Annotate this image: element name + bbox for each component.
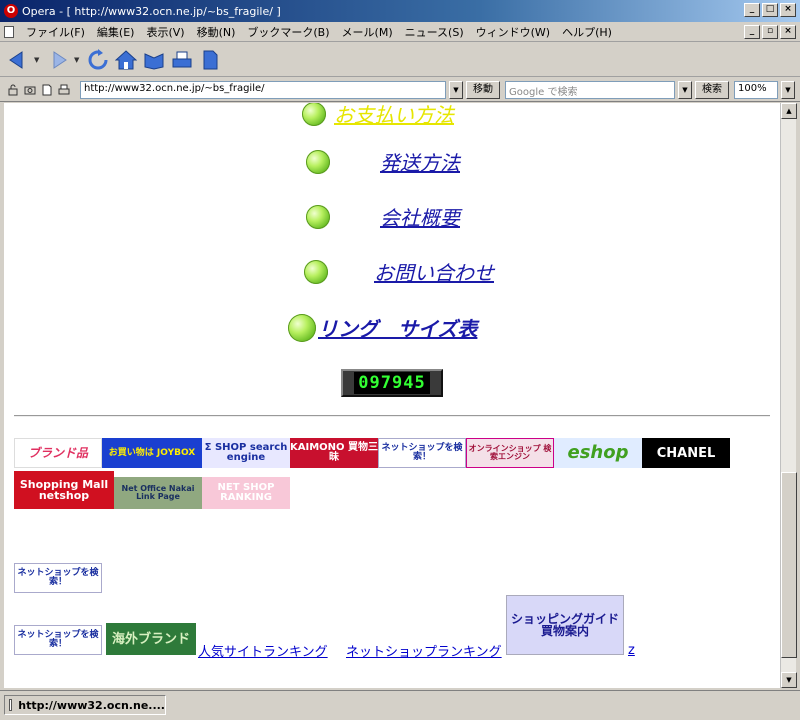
forward-icon: [53, 50, 67, 69]
menu-mail[interactable]: メール(M): [336, 24, 399, 40]
page-button[interactable]: [198, 48, 222, 72]
nav-row-company: 会社概要: [306, 202, 460, 231]
window-title: Opera - [ http://www32.ocn.ne.jp/~bs_fra…: [22, 4, 281, 18]
back-dropdown-icon[interactable]: ▼: [34, 56, 42, 64]
menu-file[interactable]: ファイル(F): [20, 24, 91, 40]
banner-brand[interactable]: ブランド品: [14, 438, 102, 468]
scroll-down-icon[interactable]: ▼: [781, 672, 797, 688]
navigation-toolbar: ▼ ▼: [0, 43, 800, 77]
forward-button[interactable]: [46, 48, 70, 72]
vertical-scrollbar[interactable]: ▲ ▼: [780, 103, 797, 688]
link-netshop-ranking[interactable]: ネットショップランキング: [346, 641, 502, 660]
banner-shopping-guide[interactable]: ショッピングガイド 買物案内: [506, 595, 624, 655]
reload-icon: [88, 48, 108, 69]
go-button[interactable]: 移動: [466, 80, 500, 99]
link-z[interactable]: z: [628, 643, 635, 658]
home-button[interactable]: [114, 48, 138, 72]
print-button[interactable]: [170, 48, 194, 72]
document-icon: [4, 25, 14, 38]
banner-chanel[interactable]: CHANEL: [642, 438, 730, 468]
nav-link-shipping[interactable]: 発送方法: [380, 147, 460, 176]
banner-sigma-shop[interactable]: Σ SHOP search engine: [202, 438, 290, 468]
back-icon: [9, 50, 23, 69]
scroll-thumb[interactable]: [781, 472, 797, 658]
doc-close-button[interactable]: ×: [780, 25, 796, 39]
hotlist-icon: [144, 52, 164, 70]
search-input[interactable]: Google で検索: [505, 80, 675, 99]
page-info-icon[interactable]: [40, 83, 54, 97]
nav-row-payment: お支払い方法: [302, 103, 454, 128]
scroll-up-icon[interactable]: ▲: [781, 103, 797, 119]
banner-online-shop-engine[interactable]: オンラインショップ 検索エンジン: [466, 438, 554, 468]
banner-shopping-mall-netshop[interactable]: Shopping Mall netshop: [14, 471, 114, 509]
menu-news[interactable]: ニュース(S): [399, 24, 470, 40]
banner-joybox[interactable]: お買い物は JOYBOX: [102, 438, 202, 468]
green-ball-icon: [288, 313, 316, 342]
address-input[interactable]: http://www32.ocn.ne.jp/~bs_fragile/: [80, 80, 446, 99]
printer-icon[interactable]: [57, 83, 71, 97]
zoom-dropdown-icon[interactable]: ▼: [781, 80, 795, 99]
zoom-select[interactable]: 100%: [734, 80, 778, 99]
nav-link-contact[interactable]: お問い合わせ: [374, 257, 494, 286]
nav-link-payment[interactable]: お支払い方法: [334, 103, 454, 128]
access-counter: 097945: [341, 369, 443, 397]
status-field: http://www32.ocn.ne....: [4, 695, 166, 715]
green-ball-icon: [304, 259, 328, 284]
menu-bar: ファイル(F) 編集(E) 表示(V) 移動(N) ブックマーク(B) メール(…: [0, 22, 800, 42]
nav-link-company[interactable]: 会社概要: [380, 202, 460, 231]
address-bar: http://www32.ocn.ne.jp/~bs_fragile/ ▼ 移動…: [0, 78, 800, 102]
nav-row-contact: お問い合わせ: [304, 257, 494, 286]
home-icon: [115, 49, 137, 69]
reload-button[interactable]: [86, 48, 110, 72]
back-button[interactable]: [6, 48, 30, 72]
menu-window[interactable]: ウィンドウ(W): [470, 24, 556, 40]
green-ball-icon: [302, 103, 326, 126]
search-dropdown-icon[interactable]: ▼: [678, 80, 692, 99]
opera-logo-icon: O: [4, 4, 18, 18]
menu-edit[interactable]: 編集(E): [91, 24, 141, 40]
nav-link-ring-size[interactable]: リング サイズ表: [318, 313, 477, 342]
forward-dropdown-icon[interactable]: ▼: [74, 56, 82, 64]
doc-restore-button[interactable]: ▫: [762, 25, 778, 39]
link-popular-site-ranking[interactable]: 人気サイトランキング: [198, 641, 328, 660]
document-icon: [9, 699, 13, 711]
menu-help[interactable]: ヘルプ(H): [556, 24, 618, 40]
page-viewport: お支払い方法 発送方法 会社概要 お問い合わせ リング サイズ表 097945 …: [4, 103, 780, 688]
green-ball-icon: [306, 149, 330, 174]
banner-eshop[interactable]: eshop: [554, 438, 642, 468]
status-text: http://www32.ocn.ne....: [18, 698, 165, 712]
green-ball-icon: [306, 204, 330, 229]
status-bar: http://www32.ocn.ne....: [0, 690, 800, 720]
document-window-controls: _ ▫ ×: [744, 25, 796, 39]
horizontal-rule: [14, 415, 770, 417]
banner-kaimono[interactable]: KAIMONO 買物三昧: [290, 438, 378, 468]
page-icon: [203, 50, 218, 69]
counter-digits: 097945: [354, 372, 430, 394]
window-controls: _ □ ×: [744, 3, 796, 17]
menu-navigation[interactable]: 移動(N): [191, 24, 242, 40]
title-bar: O Opera - [ http://www32.ocn.ne.jp/~bs_f…: [0, 0, 800, 22]
banner-netshop-search-3[interactable]: ネットショップを検索！: [14, 625, 102, 655]
doc-minimize-button[interactable]: _: [744, 25, 760, 39]
nav-row-shipping: 発送方法: [306, 147, 460, 176]
print-icon: [172, 51, 192, 67]
banner-netshop-search[interactable]: ネットショップを検索！: [378, 438, 466, 468]
lock-icon[interactable]: [6, 83, 20, 97]
maximize-button[interactable]: □: [762, 3, 778, 17]
camera-icon[interactable]: [23, 83, 37, 97]
menu-view[interactable]: 表示(V): [140, 24, 190, 40]
close-button[interactable]: ×: [780, 3, 796, 17]
minimize-button[interactable]: _: [744, 3, 760, 17]
menu-bookmarks[interactable]: ブックマーク(B): [241, 24, 335, 40]
banner-overseas-brand[interactable]: 海外ブランド: [106, 623, 196, 655]
banner-net-shop-ranking[interactable]: NET SHOP RANKING: [202, 477, 290, 509]
hotlist-button[interactable]: [142, 48, 166, 72]
nav-row-ring-size: リング サイズ表: [288, 313, 477, 342]
banner-netshop-search-2[interactable]: ネットショップを検索！: [14, 563, 102, 593]
search-button[interactable]: 検索: [695, 80, 729, 99]
address-dropdown-icon[interactable]: ▼: [449, 80, 463, 99]
banner-net-office-nakai[interactable]: Net Office Nakai Link Page: [114, 477, 202, 509]
